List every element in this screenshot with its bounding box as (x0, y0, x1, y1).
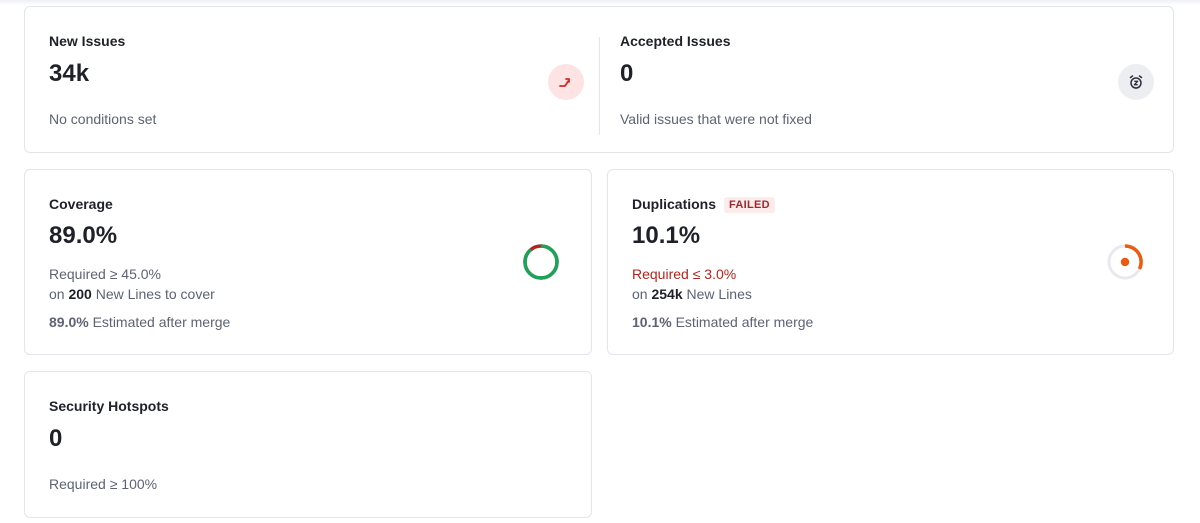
accepted-issues-label: Accepted Issues (620, 33, 731, 49)
security-hotspots-required: Required ≥ 100% (49, 476, 158, 492)
coverage-required: Required ≥ 45.0% (49, 266, 161, 282)
coverage-value[interactable]: 89.0% (49, 222, 117, 250)
duplications-label: Duplications (632, 196, 717, 212)
coverage-estimate-suffix: Estimated after merge (92, 314, 231, 330)
security-hotspots-label: Security Hotspots (49, 398, 169, 414)
coverage-estimate: 89.0% Estimated after merge (49, 314, 230, 330)
coverage-estimate-value: 89.0% (49, 314, 89, 330)
failed-badge: FAILED (724, 197, 775, 213)
duplications-lines-prefix: on (632, 286, 648, 302)
coverage-label: Coverage (49, 196, 113, 212)
new-issues-label: New Issues (49, 33, 126, 49)
duplications-required: Required ≤ 3.0% (632, 266, 737, 282)
accepted-issues-note: Valid issues that were not fixed (620, 111, 812, 127)
duplications-gauge-dot (1120, 257, 1130, 267)
issues-card: New Issues 34k No conditions set Accepte… (24, 6, 1174, 153)
duplications-gauge[interactable] (1105, 242, 1145, 282)
duplications-estimate: 10.1% Estimated after merge (632, 314, 813, 330)
coverage-lines-suffix: New Lines to cover (95, 286, 215, 302)
security-hotspots-value[interactable]: 0 (49, 425, 62, 453)
duplications-gauge-arc (1124, 244, 1143, 270)
duplications-label-row: Duplications FAILED (632, 196, 775, 213)
coverage-lines-count: 200 (68, 286, 92, 302)
duplications-estimate-value: 10.1% (632, 314, 672, 330)
top-shadow (0, 0, 1200, 5)
duplications-lines-count: 254k (651, 286, 683, 302)
duplications-estimate-suffix: Estimated after merge (675, 314, 814, 330)
trend-up-icon (548, 64, 584, 100)
coverage-lines: on 200 New Lines to cover (49, 286, 215, 302)
duplications-value[interactable]: 10.1% (632, 222, 700, 250)
duplications-card: Duplications FAILED 10.1% Required ≤ 3.0%… (607, 169, 1174, 355)
duplications-lines: on 254k New Lines (632, 286, 752, 302)
coverage-card: Coverage 89.0% Required ≥ 45.0% on 200 N… (24, 169, 592, 355)
issues-divider (599, 37, 600, 135)
security-hotspots-card: Security Hotspots 0 Required ≥ 100% (24, 371, 592, 518)
coverage-gauge-covered (523, 244, 559, 280)
accepted-issues-value[interactable]: 0 (620, 60, 633, 88)
coverage-gauge[interactable] (521, 242, 561, 282)
alarm-clock-icon (1118, 64, 1154, 100)
new-issues-value[interactable]: 34k (49, 60, 89, 88)
new-issues-note: No conditions set (49, 111, 157, 127)
duplications-lines-suffix: New Lines (686, 286, 752, 302)
coverage-lines-prefix: on (49, 286, 65, 302)
